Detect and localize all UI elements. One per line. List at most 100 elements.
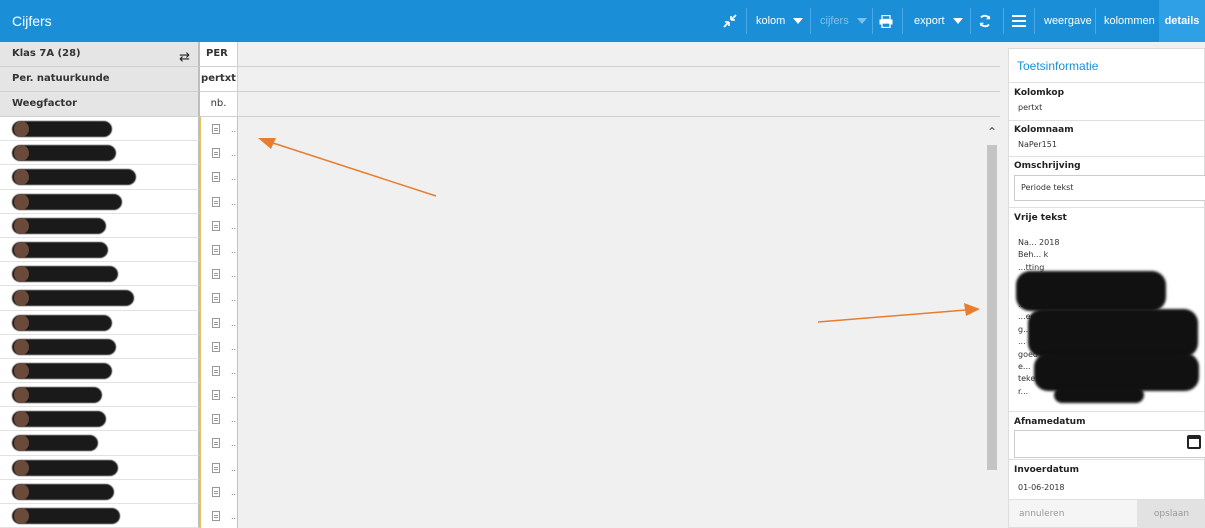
grade-cell[interactable]: .. [200, 431, 238, 456]
table-row[interactable]: .. [0, 407, 240, 432]
student-name-cell[interactable] [0, 310, 200, 335]
student-name-cell[interactable] [0, 479, 200, 504]
cell-placeholder: .. [231, 366, 237, 376]
document-icon [212, 172, 220, 183]
period-header[interactable]: PER [200, 42, 238, 67]
table-row[interactable]: .. [0, 213, 240, 238]
student-name-cell[interactable] [0, 455, 200, 480]
student-name-cell[interactable] [0, 286, 200, 311]
grade-cell[interactable]: .. [200, 504, 238, 528]
document-icon [212, 220, 220, 231]
student-name-cell[interactable] [0, 431, 200, 456]
avatar [14, 459, 29, 476]
grade-cell[interactable]: .. [200, 479, 238, 504]
student-name-cell[interactable] [0, 262, 200, 287]
export-label: export [914, 15, 945, 27]
omschrijving-label: Omschrijving [1014, 161, 1081, 171]
grade-cell[interactable]: .. [200, 286, 238, 311]
export-menu[interactable]: export [914, 0, 963, 42]
class-label: Klas 7A (28) [12, 48, 81, 59]
table-row[interactable]: .. [0, 141, 240, 166]
student-name-cell[interactable] [0, 189, 200, 214]
table-row[interactable]: .. [0, 455, 240, 480]
student-name-cell[interactable] [0, 213, 200, 238]
grade-cell[interactable]: .. [200, 141, 238, 166]
vrije-tekst-field[interactable]: Na... 2018Beh... k...tting... CelsiusL..… [1014, 237, 1204, 411]
grade-cell[interactable]: .. [200, 334, 238, 359]
grade-cell[interactable]: .. [200, 455, 238, 480]
tab-kolommen[interactable]: kolommen [1104, 0, 1155, 42]
avatar [14, 483, 29, 500]
cell-placeholder: .. [231, 149, 237, 159]
cell-placeholder: .. [231, 487, 237, 497]
student-name-cell[interactable] [0, 383, 200, 408]
cell-placeholder: .. [231, 439, 237, 449]
table-row[interactable]: .. [0, 165, 240, 190]
table-row[interactable]: .. [0, 189, 240, 214]
vrije-tekst-line: Beh... k [1018, 250, 1049, 260]
cell-placeholder: .. [231, 463, 237, 473]
document-icon [212, 486, 220, 497]
table-row[interactable]: .. [0, 334, 240, 359]
document-icon [212, 390, 220, 401]
table-row[interactable]: .. [0, 117, 240, 142]
redacted-name [12, 290, 134, 307]
kolom-menu[interactable]: kolom [756, 0, 804, 42]
kolomkop-value: pertxt [1018, 103, 1043, 112]
table-row[interactable]: .. [0, 286, 240, 311]
table-row[interactable]: .. [0, 310, 240, 335]
grade-cell[interactable]: .. [200, 117, 238, 142]
student-name-cell[interactable] [0, 358, 200, 384]
column-code-header[interactable]: pertxt [200, 67, 238, 92]
table-row[interactable]: .. [0, 237, 240, 263]
afnamedatum-field[interactable] [1014, 430, 1205, 458]
scroll-up-icon[interactable]: ⌃ [986, 126, 998, 138]
table-row[interactable]: .. [0, 358, 240, 384]
panel-title: Toetsinformatie [1017, 59, 1099, 73]
student-name-cell[interactable] [0, 504, 200, 528]
document-icon [212, 462, 220, 473]
cell-placeholder: .. [231, 197, 237, 207]
omschrijving-field[interactable]: Periode tekst [1014, 175, 1205, 201]
grade-cell[interactable]: .. [200, 310, 238, 335]
vertical-scrollbar[interactable] [987, 145, 997, 470]
avatar [14, 121, 29, 137]
student-name-cell[interactable] [0, 407, 200, 432]
grade-cell[interactable]: .. [200, 358, 238, 384]
calendar-icon[interactable] [1187, 435, 1201, 449]
grade-cell[interactable]: .. [200, 165, 238, 190]
print-button[interactable] [876, 0, 896, 42]
table-row[interactable]: .. [0, 479, 240, 504]
grade-cell[interactable]: .. [200, 213, 238, 238]
cancel-button[interactable]: annuleren [1019, 500, 1079, 528]
save-button[interactable]: opslaan [1137, 500, 1205, 528]
refresh-button[interactable] [975, 0, 995, 42]
collapse-button[interactable] [718, 0, 742, 42]
avatar [14, 508, 29, 524]
tab-weergave[interactable]: weergave [1044, 0, 1092, 42]
table-row[interactable]: .. [0, 504, 240, 528]
student-name-cell[interactable] [0, 141, 200, 166]
grade-cell[interactable]: .. [200, 237, 238, 263]
avatar [14, 362, 29, 379]
table-row[interactable]: .. [0, 383, 240, 408]
student-name-cell[interactable] [0, 165, 200, 190]
cijfers-menu[interactable]: cijfers [820, 0, 867, 42]
cell-placeholder: .. [231, 342, 237, 352]
kolommen-label: kolommen [1104, 15, 1155, 27]
table-row[interactable]: .. [0, 262, 240, 287]
document-icon [212, 196, 220, 207]
document-icon [212, 414, 220, 425]
student-name-cell[interactable] [0, 334, 200, 359]
grade-cell[interactable]: .. [200, 189, 238, 214]
grade-cell[interactable]: .. [200, 262, 238, 287]
tab-details[interactable]: details [1159, 0, 1205, 42]
cell-placeholder: .. [231, 415, 237, 425]
student-name-cell[interactable] [0, 117, 200, 142]
menu-button[interactable] [1008, 0, 1030, 42]
kolomnaam-label: Kolomnaam [1014, 125, 1074, 135]
student-name-cell[interactable] [0, 237, 200, 263]
table-row[interactable]: .. [0, 431, 240, 456]
grade-cell[interactable]: .. [200, 407, 238, 432]
grade-cell[interactable]: .. [200, 383, 238, 408]
